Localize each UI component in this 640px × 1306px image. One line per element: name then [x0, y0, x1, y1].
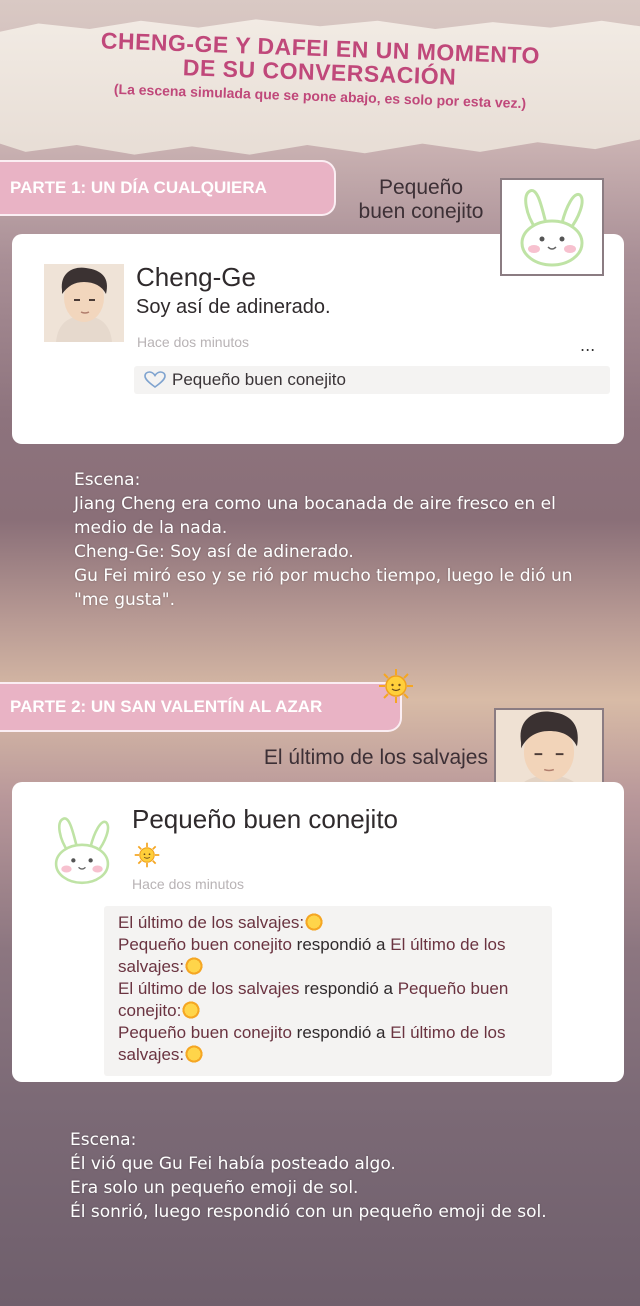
comment-author[interactable]: Pequeño buen conejito [118, 1023, 292, 1042]
sun-icon [181, 1000, 202, 1020]
comments-list: El último de los salvajes: Pequeño buen … [104, 906, 552, 1076]
comment-row[interactable]: El último de los salvajes respondió a Pe… [118, 978, 542, 1022]
comment-row[interactable]: Pequeño buen conejito respondió a El últ… [118, 1022, 542, 1066]
comment-verb: respondió a [299, 979, 398, 998]
heart-outline-icon[interactable] [144, 371, 166, 389]
profile-name-line2: buen conejito [358, 200, 484, 223]
comment-author[interactable]: Pequeño buen conejito [118, 935, 292, 954]
comment-verb: respondió a [291, 935, 391, 954]
post-author-name[interactable]: Cheng-Ge [136, 262, 256, 293]
post-timestamp: Hace dos minutos [132, 876, 245, 892]
comment-author[interactable]: El último de los salvajes: [118, 913, 304, 932]
scene-line: Gu Fei miró eso y se rió por mucho tiemp… [74, 566, 573, 610]
man-avatar-icon [44, 264, 124, 342]
profile-name-line1: Pequeño [378, 176, 464, 199]
profile-name-salvajes: El último de los salvajes [263, 746, 488, 769]
scene-line: Jiang Cheng era como una bocanada de air… [74, 494, 556, 538]
scene-text-part2: Escena: Él vió que Gu Fei había posteado… [70, 1128, 570, 1224]
profile-name-bunny: Pequeño buen conejito [346, 176, 496, 224]
comment-author[interactable]: El último de los salvajes [118, 979, 299, 998]
man-avatar-icon[interactable] [44, 264, 124, 342]
comment-row[interactable]: Pequeño buen conejito respondió a El últ… [118, 934, 542, 978]
scene-heading: Escena: [70, 1130, 137, 1150]
sun-icon [134, 842, 160, 872]
like-user-name[interactable]: Pequeño buen conejito [172, 370, 346, 390]
scene-line: Él vió que Gu Fei había posteado algo. [70, 1154, 396, 1174]
section-tag-part1-label: PARTE 1: UN DÍA CUALQUIERA [10, 178, 267, 197]
bunny-avatar-icon [54, 817, 110, 885]
section-tag-part1: PARTE 1: UN DÍA CUALQUIERA [0, 160, 336, 216]
scene-line: Cheng-Ge: Soy así de adinerado. [74, 542, 354, 562]
sun-icon [184, 956, 205, 976]
comment-row[interactable]: El último de los salvajes: [118, 912, 542, 934]
scene-line: Él sonrió, luego respondió con un pequeñ… [70, 1202, 547, 1222]
sun-icon [378, 668, 414, 708]
section-tag-part2-label: PARTE 2: UN SAN VALENTÍN AL AZAR [10, 697, 323, 716]
more-options-button[interactable]: ... [580, 336, 595, 355]
post-author-name[interactable]: Pequeño buen conejito [132, 804, 398, 835]
scene-line: Era solo un pequeño emoji de sol. [70, 1178, 359, 1198]
section-tag-part2: PARTE 2: UN SAN VALENTÍN AL AZAR [0, 682, 402, 732]
scene-heading: Escena: [74, 470, 141, 490]
sun-icon [184, 1044, 205, 1064]
post-text: Soy así de adinerado. [136, 296, 331, 318]
bunny-avatar-icon[interactable] [44, 812, 120, 892]
bunny-avatar-icon [520, 189, 584, 267]
comment-verb: respondió a [291, 1023, 391, 1042]
sun-icon [304, 912, 325, 932]
post-timestamp: Hace dos minutos [137, 334, 250, 350]
scene-text-part1: Escena: Jiang Cheng era como una bocanad… [74, 468, 574, 612]
likes-bar: Pequeño buen conejito [134, 366, 610, 394]
bunny-avatar-icon[interactable] [500, 178, 604, 276]
